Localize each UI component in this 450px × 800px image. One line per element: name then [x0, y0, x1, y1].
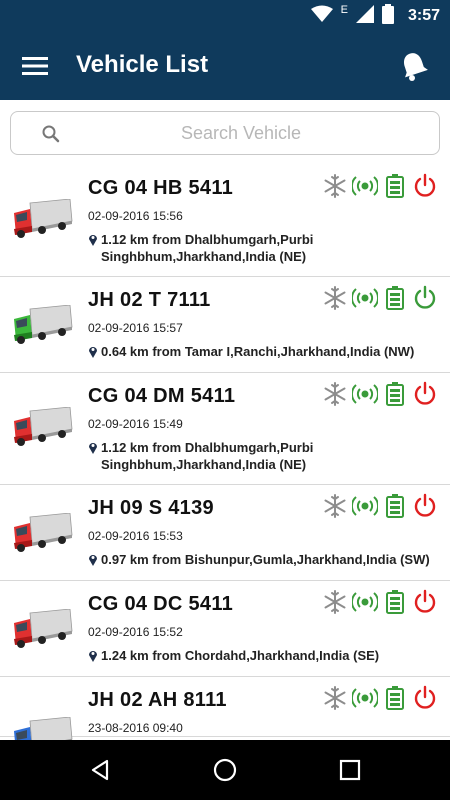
vehicle-number: JH 09 S 4139 — [88, 497, 214, 519]
back-button[interactable] — [86, 756, 114, 784]
battery-icon[interactable] — [382, 685, 408, 711]
signal-icon[interactable] — [352, 285, 378, 311]
search-box[interactable] — [10, 111, 440, 155]
battery-icon[interactable] — [382, 589, 408, 615]
vehicle-timestamp: 02-09-2016 15:52 — [88, 625, 183, 639]
menu-button[interactable] — [18, 52, 52, 80]
vehicle-row[interactable]: CG 04 DM 5411 02-09-2016 15:49 1.12 km f… — [0, 373, 450, 485]
vehicle-location: 1.12 km from Dhalbhumgarh,Purbi Singhbhu… — [88, 231, 438, 265]
navigation-bar — [0, 740, 450, 800]
location-pin-icon — [89, 651, 97, 662]
vehicle-location: 0.64 km from Tamar I,Ranchi,Jharkhand,In… — [88, 343, 438, 360]
vehicle-number: CG 04 DC 5411 — [88, 593, 234, 615]
snowflake-icon[interactable] — [322, 381, 348, 407]
home-button[interactable] — [211, 756, 239, 784]
back-icon — [91, 759, 109, 781]
vehicle-status-icons — [322, 381, 438, 407]
vehicle-row[interactable]: CG 04 HB 5411 02-09-2016 15:56 1.12 km f… — [0, 165, 450, 277]
power-icon[interactable] — [412, 381, 438, 407]
power-icon[interactable] — [412, 589, 438, 615]
battery-icon[interactable] — [382, 285, 408, 311]
recents-button[interactable] — [336, 756, 364, 784]
vehicle-status-icons — [322, 493, 438, 519]
hamburger-icon — [22, 57, 48, 75]
network-type-label: E — [340, 4, 348, 16]
vehicle-row[interactable]: CG 04 DC 5411 02-09-2016 15:52 1.24 km f… — [0, 581, 450, 677]
vehicle-list[interactable]: CG 04 HB 5411 02-09-2016 15:56 1.12 km f… — [0, 165, 450, 740]
battery-icon[interactable] — [382, 381, 408, 407]
search-input[interactable] — [71, 118, 411, 148]
vehicle-row[interactable]: JH 02 T 7111 02-09-2016 15:57 0.64 km fr… — [0, 277, 450, 373]
vehicle-number: CG 04 DM 5411 — [88, 385, 236, 407]
power-icon[interactable] — [412, 685, 438, 711]
notifications-button[interactable] — [394, 46, 434, 86]
location-text: 1.24 km from Chordahd,Jharkhand,India (S… — [101, 648, 380, 663]
signal-icon[interactable] — [352, 589, 378, 615]
vehicle-status-icons — [322, 589, 438, 615]
truck-icon — [12, 716, 74, 740]
status-bar: E 3:57 — [0, 0, 450, 32]
vehicle-timestamp: 23-08-2016 09:40 — [88, 721, 183, 735]
vehicle-timestamp: 02-09-2016 15:49 — [88, 417, 183, 431]
truck-icon — [12, 512, 74, 553]
vehicle-timestamp: 02-09-2016 15:53 — [88, 529, 183, 543]
cell-signal-icon — [355, 4, 374, 28]
location-pin-icon — [89, 555, 97, 566]
vehicle-location: 1.24 km from Chordahd,Jharkhand,India (S… — [88, 647, 438, 664]
signal-icon[interactable] — [352, 381, 378, 407]
vehicle-row[interactable]: JH 02 AH 8111 23-08-2016 09:40 — [0, 677, 450, 740]
vehicle-row[interactable]: JH 09 S 4139 02-09-2016 15:53 0.97 km fr… — [0, 485, 450, 581]
clock: 3:57 — [407, 7, 440, 24]
battery-status-icon — [381, 3, 394, 29]
vehicle-status-icons — [322, 173, 438, 199]
vehicle-status-icons — [322, 685, 438, 711]
app-bar: Vehicle List — [0, 32, 450, 100]
power-icon[interactable] — [412, 173, 438, 199]
power-icon[interactable] — [412, 285, 438, 311]
wifi-icon — [310, 5, 333, 28]
location-pin-icon — [89, 235, 97, 246]
vehicle-timestamp: 02-09-2016 15:56 — [88, 209, 183, 223]
vehicle-status-icons — [322, 285, 438, 311]
snowflake-icon[interactable] — [322, 285, 348, 311]
vehicle-timestamp: 02-09-2016 15:57 — [88, 321, 183, 335]
power-icon[interactable] — [412, 493, 438, 519]
truck-icon — [12, 304, 74, 345]
location-text: 0.64 km from Tamar I,Ranchi,Jharkhand,In… — [101, 344, 415, 359]
bell-icon — [404, 53, 428, 81]
truck-icon — [12, 608, 74, 649]
vehicle-number: JH 02 AH 8111 — [88, 689, 227, 711]
vehicle-location: 0.97 km from Bishunpur,Gumla,Jharkhand,I… — [88, 551, 438, 568]
page-title: Vehicle List — [76, 51, 209, 78]
signal-icon[interactable] — [352, 685, 378, 711]
location-text: 1.12 km from Dhalbhumgarh,Purbi Singhbhu… — [101, 440, 314, 472]
location-pin-icon — [89, 443, 97, 454]
location-text: 1.12 km from Dhalbhumgarh,Purbi Singhbhu… — [101, 232, 314, 264]
signal-icon[interactable] — [352, 173, 378, 199]
recents-icon — [339, 759, 361, 781]
signal-icon[interactable] — [352, 493, 378, 519]
battery-icon[interactable] — [382, 173, 408, 199]
status-icons: E 3:57 — [310, 3, 440, 29]
snowflake-icon[interactable] — [322, 173, 348, 199]
vehicle-location: 1.12 km from Dhalbhumgarh,Purbi Singhbhu… — [88, 439, 438, 473]
home-icon — [213, 758, 237, 782]
location-text: 0.97 km from Bishunpur,Gumla,Jharkhand,I… — [101, 552, 430, 567]
truck-icon — [12, 406, 74, 447]
location-pin-icon — [89, 347, 97, 358]
snowflake-icon[interactable] — [322, 589, 348, 615]
vehicle-number: CG 04 HB 5411 — [88, 177, 234, 199]
vehicle-number: JH 02 T 7111 — [88, 289, 211, 311]
truck-icon — [12, 198, 74, 239]
battery-icon[interactable] — [382, 493, 408, 519]
snowflake-icon[interactable] — [322, 493, 348, 519]
snowflake-icon[interactable] — [322, 685, 348, 711]
search-icon — [42, 125, 60, 143]
